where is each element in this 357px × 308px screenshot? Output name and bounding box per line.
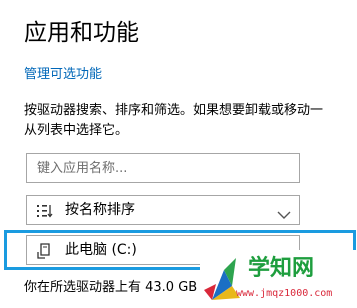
watermark-site: www.jmqz1000.com	[236, 288, 333, 299]
sort-dropdown-label: 按名称排序	[65, 202, 135, 218]
watermark-brand: 学知网	[248, 256, 315, 281]
search-input[interactable]	[27, 154, 299, 182]
description-line-1: 按驱动器搜索、排序和筛选。如果想要卸载或移动一	[24, 103, 324, 118]
drive-filter-icon	[37, 243, 53, 263]
sort-list-icon	[37, 203, 53, 222]
sort-dropdown[interactable]: 按名称排序	[26, 195, 300, 225]
search-box[interactable]	[26, 153, 300, 183]
page-title: 应用和功能	[24, 20, 139, 46]
description-line-2: 从列表中选择它。	[24, 123, 129, 138]
description-text: 按驱动器搜索、排序和筛选。如果想要卸载或移动一 从列表中选择它。	[24, 101, 357, 141]
watermark-logo: 学知网 www.jmqz1000.com	[200, 250, 357, 308]
drive-dropdown-label: 此电脑 (C:)	[65, 242, 137, 258]
manage-optional-features-link[interactable]: 管理可选功能	[24, 66, 102, 84]
chevron-down-icon	[277, 205, 291, 224]
